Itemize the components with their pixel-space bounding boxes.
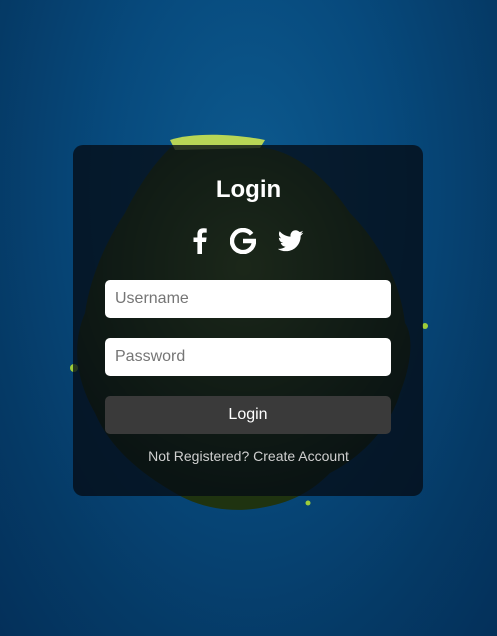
register-prompt: Not Registered? Create Account bbox=[0, 448, 497, 464]
register-prompt-text: Not Registered? bbox=[148, 448, 250, 464]
login-button[interactable]: Login bbox=[105, 396, 391, 434]
google-icon bbox=[230, 228, 256, 254]
twitter-icon bbox=[278, 230, 304, 252]
create-account-link[interactable]: Create Account bbox=[253, 448, 349, 464]
facebook-icon bbox=[193, 228, 207, 254]
login-title: Login bbox=[215, 176, 282, 203]
twitter-button[interactable] bbox=[275, 226, 307, 256]
facebook-button[interactable] bbox=[184, 226, 216, 256]
google-button[interactable] bbox=[227, 226, 259, 256]
username-input[interactable] bbox=[105, 280, 391, 318]
password-input[interactable] bbox=[105, 338, 391, 376]
